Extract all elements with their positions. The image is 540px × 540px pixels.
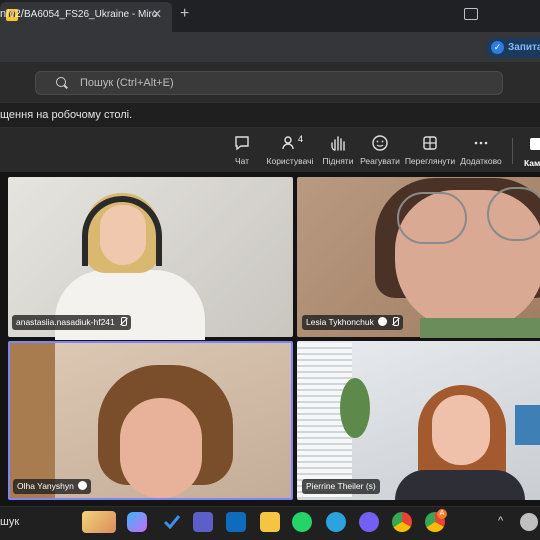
participant-1-name: anastasiia.nasadiuk-hf241 (16, 317, 115, 327)
screen-share-icon (77, 481, 87, 490)
address-bar[interactable] (0, 32, 540, 62)
screen-share-icon (377, 317, 387, 326)
chat-icon (235, 136, 249, 151)
react-button[interactable]: Реагувати (352, 134, 408, 166)
bookshelf (10, 343, 55, 498)
tray-expand-icon[interactable]: ^ (498, 515, 503, 527)
file-explorer-icon[interactable] (260, 512, 280, 532)
hanging-plant (340, 378, 370, 438)
save-button-label: Запита (508, 42, 540, 53)
copilot-icon[interactable] (127, 512, 147, 532)
share-notice-text: щення на робочому столі. (0, 109, 133, 121)
wall-poster (515, 405, 540, 445)
taskbar-search-text[interactable]: шук (0, 516, 19, 528)
mic-off-icon (119, 317, 127, 326)
glasses-right-lens (487, 187, 540, 241)
people-count-badge: 4 (298, 134, 304, 144)
todo-icon[interactable] (162, 512, 182, 532)
participant-3-name: Olha Yanyshyn (17, 481, 74, 491)
tab-title: BA6054_FS26_Ukraine - Miro (24, 9, 158, 20)
chrome-profile-badge: A (437, 509, 447, 519)
url-text[interactable]: n/v2/ (0, 8, 24, 20)
participant-2-name: Lesia Tykhonchuk (306, 317, 374, 327)
camera-label[interactable]: Кам (524, 158, 540, 168)
react-icon (372, 135, 388, 151)
more-button[interactable]: Додатково (453, 134, 509, 166)
participant-2-name-tag: Lesia Tykhonchuk (302, 315, 403, 330)
camera-icon[interactable] (530, 138, 540, 150)
participant-3-name-tag: Olha Yanyshyn (13, 479, 91, 494)
mic-off-icon (391, 317, 399, 326)
viber-icon[interactable] (359, 512, 379, 532)
whatsapp-icon[interactable] (292, 512, 312, 532)
glasses-left-lens (397, 192, 467, 244)
raise-hand-icon (331, 136, 345, 151)
outlook-icon[interactable] (226, 512, 246, 532)
telegram-icon[interactable] (326, 512, 346, 532)
chrome-icon[interactable] (392, 512, 412, 532)
people-icon (282, 136, 294, 150)
tab-close-icon[interactable]: ✕ (152, 7, 162, 21)
participant-1-name-tag: anastasiia.nasadiuk-hf241 (12, 315, 131, 330)
new-tab-button[interactable]: + (180, 5, 189, 23)
participant-4-name: Pierrine Theiler (s) (306, 481, 376, 491)
participant-4-face (432, 395, 490, 465)
view-icon (423, 136, 437, 150)
participant-3-face (120, 398, 202, 498)
participant-4-name-tag: Pierrine Theiler (s) (302, 479, 380, 494)
view-label: Переглянути (404, 156, 456, 166)
teams-icon[interactable] (193, 512, 213, 532)
view-button[interactable]: Переглянути (402, 134, 458, 166)
toolbar-divider (512, 138, 513, 164)
more-label: Додатково (460, 156, 502, 166)
save-badge-icon: ✓ (491, 41, 504, 54)
participant-2-top (420, 318, 540, 338)
avatar[interactable] (520, 513, 538, 531)
participant-4-body (395, 470, 525, 500)
install-app-icon[interactable] (464, 8, 478, 20)
search-placeholder: Пошук (Ctrl+Alt+E) (80, 77, 174, 89)
search-highlight-icon[interactable] (82, 511, 116, 533)
more-icon (474, 141, 488, 145)
headphones-icon (82, 196, 162, 266)
react-label: Реагувати (360, 156, 400, 166)
